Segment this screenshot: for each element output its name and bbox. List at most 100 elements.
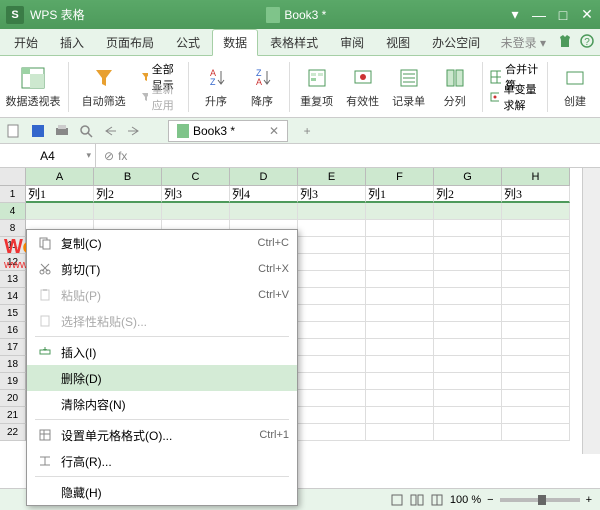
menu-视图[interactable]: 视图 (376, 30, 420, 55)
cell[interactable] (366, 220, 434, 237)
duplicates-button[interactable]: 重复项 (298, 65, 336, 109)
cell[interactable] (434, 322, 502, 339)
cell[interactable] (434, 407, 502, 424)
menu-审阅[interactable]: 审阅 (330, 30, 374, 55)
view-normal-icon[interactable] (390, 493, 404, 507)
row-header-11[interactable]: 11 (0, 237, 26, 254)
cell[interactable] (366, 288, 434, 305)
cell[interactable] (366, 271, 434, 288)
row-header-14[interactable]: 14 (0, 288, 26, 305)
cell[interactable] (502, 220, 570, 237)
cell[interactable] (434, 237, 502, 254)
col-header-E[interactable]: E (298, 168, 366, 186)
cell[interactable] (502, 322, 570, 339)
cell[interactable]: 列2 (434, 186, 502, 203)
sort-asc-button[interactable]: AZ 升序 (197, 65, 235, 109)
ctx-clear[interactable]: 清除内容(N) (27, 391, 297, 417)
row-header-21[interactable]: 21 (0, 407, 26, 424)
tab-close-icon[interactable]: ✕ (269, 124, 279, 138)
cell[interactable] (298, 288, 366, 305)
row-header-18[interactable]: 18 (0, 356, 26, 373)
cell[interactable] (366, 373, 434, 390)
help-icon[interactable]: ? (580, 34, 596, 50)
cell[interactable] (502, 339, 570, 356)
login-status[interactable]: 未登录 ▾ (495, 34, 552, 51)
cell[interactable]: 列3 (162, 186, 230, 203)
ctx-row-height[interactable]: 行高(R)... (27, 448, 297, 474)
cell[interactable] (298, 254, 366, 271)
row-header-22[interactable]: 22 (0, 424, 26, 441)
cell[interactable] (366, 237, 434, 254)
ctx-cut[interactable]: 剪切(T)Ctrl+X (27, 256, 297, 282)
ctx-hide[interactable]: 隐藏(H) (27, 479, 297, 505)
zoom-in-button[interactable]: + (586, 494, 592, 506)
add-tab-button[interactable]: + (298, 122, 316, 140)
cell[interactable] (162, 203, 230, 220)
cell[interactable] (434, 288, 502, 305)
cell[interactable] (502, 356, 570, 373)
cell[interactable] (434, 390, 502, 407)
fx-button[interactable]: ⊘fx (96, 149, 135, 163)
cell[interactable] (298, 203, 366, 220)
menu-插入[interactable]: 插入 (50, 30, 94, 55)
cell[interactable] (502, 424, 570, 441)
cell[interactable] (502, 373, 570, 390)
cell[interactable] (434, 271, 502, 288)
workbook-tab[interactable]: Book3 * ✕ (168, 120, 288, 142)
ctx-delete[interactable]: 删除(D) (27, 365, 297, 391)
dropdown-button[interactable]: ▾ (508, 8, 522, 22)
qat-save-icon[interactable] (28, 121, 48, 141)
cell[interactable] (434, 424, 502, 441)
autofilter-button[interactable]: 自动筛选 (77, 65, 131, 109)
cell[interactable] (366, 203, 434, 220)
view-pagebreak-icon[interactable] (430, 493, 444, 507)
cell[interactable] (366, 356, 434, 373)
ctx-insert[interactable]: 插入(I) (27, 339, 297, 365)
cell[interactable]: 列2 (94, 186, 162, 203)
pivot-button[interactable]: 数据透视表 (6, 65, 60, 109)
col-header-F[interactable]: F (366, 168, 434, 186)
menu-开始[interactable]: 开始 (4, 30, 48, 55)
cell[interactable] (298, 237, 366, 254)
cell[interactable] (230, 203, 298, 220)
cell[interactable] (434, 373, 502, 390)
sort-desc-button[interactable]: ZA 降序 (243, 65, 281, 109)
row-header-12[interactable]: 12 (0, 254, 26, 271)
view-layout-icon[interactable] (410, 493, 424, 507)
cell[interactable] (434, 356, 502, 373)
reapply-button[interactable]: 重新应用 (139, 88, 181, 106)
cell[interactable] (434, 339, 502, 356)
ctx-copy[interactable]: 复制(C)Ctrl+C (27, 230, 297, 256)
row-header-4[interactable]: 4 (0, 203, 26, 220)
cell[interactable]: 列3 (502, 186, 570, 203)
cell[interactable] (298, 322, 366, 339)
row-header-17[interactable]: 17 (0, 339, 26, 356)
cell[interactable] (298, 305, 366, 322)
col-header-G[interactable]: G (434, 168, 502, 186)
cell[interactable] (502, 305, 570, 322)
record-button[interactable]: 记录单 (390, 65, 428, 109)
select-all-corner[interactable] (0, 168, 26, 186)
col-header-B[interactable]: B (94, 168, 162, 186)
cell[interactable] (298, 407, 366, 424)
cell[interactable] (298, 271, 366, 288)
cell[interactable] (298, 424, 366, 441)
qat-new-icon[interactable] (4, 121, 24, 141)
validity-button[interactable]: 有效性 (344, 65, 382, 109)
cell[interactable] (502, 237, 570, 254)
cell[interactable] (366, 407, 434, 424)
menu-数据[interactable]: 数据 (212, 29, 258, 56)
cell[interactable] (298, 356, 366, 373)
row-header-19[interactable]: 19 (0, 373, 26, 390)
qat-preview-icon[interactable] (76, 121, 96, 141)
create-button[interactable]: 创建 (556, 65, 594, 109)
qat-print-icon[interactable] (52, 121, 72, 141)
zoom-level[interactable]: 100 % (450, 494, 481, 506)
cell[interactable]: 列4 (230, 186, 298, 203)
menu-公式[interactable]: 公式 (166, 30, 210, 55)
cell[interactable] (366, 390, 434, 407)
close-button[interactable]: ✕ (580, 8, 594, 22)
cell[interactable] (366, 339, 434, 356)
cell[interactable] (298, 373, 366, 390)
cell[interactable] (502, 203, 570, 220)
